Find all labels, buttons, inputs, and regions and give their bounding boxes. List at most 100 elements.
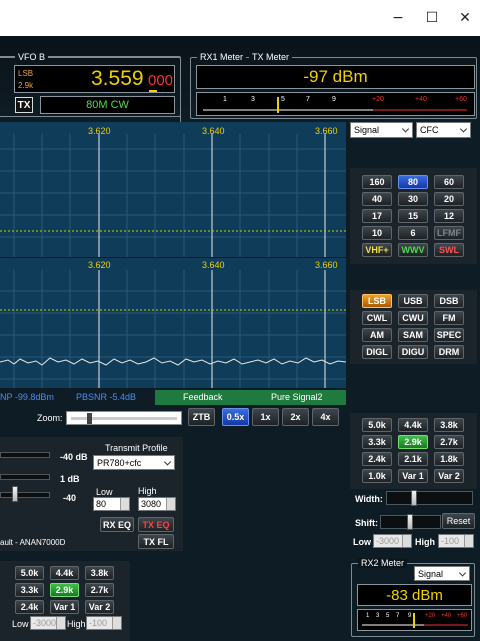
band-button-30[interactable]: 30 <box>398 192 428 206</box>
display-average-select[interactable]: CFC <box>416 122 471 138</box>
panadapter-top[interactable]: 3.620 3.640 3.660 <box>0 122 346 257</box>
mode-button-lsb[interactable]: LSB <box>362 294 392 308</box>
tx-slider[interactable] <box>0 492 50 498</box>
scale-9: 9 <box>408 613 412 619</box>
width-thumb[interactable] <box>411 490 417 506</box>
tx-slider-thumb[interactable] <box>12 486 18 502</box>
filters_main-button-var-2[interactable]: Var 2 <box>434 469 464 483</box>
rx1-reading-text: -97 dBm <box>303 67 368 86</box>
transmit-profile-select[interactable]: PR780+cfc <box>93 455 175 470</box>
band-button-80[interactable]: 80 <box>398 175 428 189</box>
zoom-ztb-button[interactable]: ZTB <box>188 408 215 426</box>
filter-shift-slider[interactable] <box>380 514 441 530</box>
mode-button-usb[interactable]: USB <box>398 294 428 308</box>
filters_rx2-button-2.7k[interactable]: 2.7k <box>85 583 114 597</box>
scale-plus40: +40 <box>415 96 427 103</box>
filters_rx2-button-2.4k[interactable]: 2.4k <box>15 600 44 614</box>
freq-label: 3.660 <box>315 260 338 270</box>
scale-plus40: +40 <box>441 613 452 619</box>
filters_main-button-1.0k[interactable]: 1.0k <box>362 469 392 483</box>
rx2-high-input[interactable]: -100 <box>86 616 122 630</box>
band-button-wwv[interactable]: WWV <box>398 243 428 257</box>
filters_main-button-1.8k[interactable]: 1.8k <box>434 452 464 466</box>
filters_rx2-button-2.9k[interactable]: 2.9k <box>50 583 79 597</box>
band-button-20[interactable]: 20 <box>434 192 464 206</box>
mode-button-drm[interactable]: DRM <box>434 345 464 359</box>
filters_main-button-2.7k[interactable]: 2.7k <box>434 435 464 449</box>
band-button-lfmf[interactable]: LFMF <box>434 226 464 240</box>
mode-button-dsb[interactable]: DSB <box>434 294 464 308</box>
filters_main-button-3.8k[interactable]: 3.8k <box>434 418 464 432</box>
pbsnr-status: PBSNR -5.4dB <box>76 392 137 402</box>
rx2-meter-select[interactable]: Signal <box>414 566 470 581</box>
mode-button-am[interactable]: AM <box>362 328 392 342</box>
filters_rx2-button-var-1[interactable]: Var 1 <box>50 600 79 614</box>
display-mode-select[interactable]: Signal <box>350 122 413 138</box>
tx-vfo-toggle[interactable]: TX <box>15 97 33 113</box>
filters_main-button-2.4k[interactable]: 2.4k <box>362 452 392 466</box>
minimize-button[interactable]: − <box>388 10 408 26</box>
vfo-b-display[interactable]: LSB 2.9k 3.559 000 <box>14 65 175 93</box>
tx-eq-button[interactable]: TX EQ <box>138 517 174 532</box>
filter-reset-button[interactable]: Reset <box>442 513 475 529</box>
band-button-swl[interactable]: SWL <box>434 243 464 257</box>
band-button-6[interactable]: 6 <box>398 226 428 240</box>
mode-button-digl[interactable]: DIGL <box>362 345 392 359</box>
band-button-17[interactable]: 17 <box>362 209 392 223</box>
panadapter-bottom[interactable]: 3.620 3.640 3.660 <box>0 258 346 388</box>
shift-thumb[interactable] <box>407 514 413 530</box>
filters_main-button-4.4k[interactable]: 4.4k <box>398 418 428 432</box>
filter-shift-label: Shift: <box>355 518 378 528</box>
rx-eq-button[interactable]: RX EQ <box>100 517 134 532</box>
band-button-40[interactable]: 40 <box>362 192 392 206</box>
mode-button-spec[interactable]: SPEC <box>434 328 464 342</box>
feedback-label[interactable]: Feedback <box>183 392 223 402</box>
zoom-1x-button[interactable]: 1x <box>252 408 279 426</box>
filters_main-button-3.3k[interactable]: 3.3k <box>362 435 392 449</box>
filters_rx2-button-var-2[interactable]: Var 2 <box>85 600 114 614</box>
band-button-vhf+[interactable]: VHF+ <box>362 243 392 257</box>
zoom-thumb[interactable] <box>87 413 92 424</box>
filter-width-slider[interactable] <box>386 490 473 506</box>
band-button-12[interactable]: 12 <box>434 209 464 223</box>
filters_main-button-2.1k[interactable]: 2.1k <box>398 452 428 466</box>
filters_main-button-var-1[interactable]: Var 1 <box>398 469 428 483</box>
mode-button-cwl[interactable]: CWL <box>362 311 392 325</box>
filters_main-button-5.0k[interactable]: 5.0k <box>362 418 392 432</box>
band-button-160[interactable]: 160 <box>362 175 392 189</box>
vfo-filter: 2.9k <box>18 81 34 90</box>
maximize-button[interactable]: ☐ <box>422 10 442 26</box>
band-button-10[interactable]: 10 <box>362 226 392 240</box>
filters_rx2-button-3.3k[interactable]: 3.3k <box>15 583 44 597</box>
filters_rx2-button-3.8k[interactable]: 3.8k <box>85 566 114 580</box>
pure-signal-label[interactable]: Pure Signal2 <box>271 392 323 402</box>
tx-high-input[interactable]: 3080 <box>138 497 176 511</box>
tx-low-input[interactable]: 80 <box>93 497 130 511</box>
freq-label: 3.640 <box>202 126 225 136</box>
filter-low-input[interactable]: -3000 <box>373 534 412 548</box>
filters_rx2-button-4.4k[interactable]: 4.4k <box>50 566 79 580</box>
mode-button-digu[interactable]: DIGU <box>398 345 428 359</box>
band-button-15[interactable]: 15 <box>398 209 428 223</box>
zoom-2x-button[interactable]: 2x <box>282 408 309 426</box>
mode-button-sam[interactable]: SAM <box>398 328 428 342</box>
mode-button-fm[interactable]: FM <box>434 311 464 325</box>
zoom-slider[interactable] <box>66 411 182 425</box>
tx-low-label: Low <box>96 487 113 497</box>
vfo-mode: LSB <box>18 69 34 78</box>
filter-high-input[interactable]: -100 <box>438 534 474 548</box>
tx-slider[interactable] <box>0 452 50 458</box>
zoom-0.5x-button[interactable]: 0.5x <box>222 408 249 426</box>
freq-label: 3.660 <box>315 126 338 136</box>
filters_rx2-button-5.0k[interactable]: 5.0k <box>15 566 44 580</box>
filter-low-label: Low <box>353 537 371 547</box>
band-button-60[interactable]: 60 <box>434 175 464 189</box>
zoom-4x-button[interactable]: 4x <box>312 408 339 426</box>
rx2-reading-text: -83 dBm <box>386 586 443 604</box>
rx2-low-input[interactable]: -3000 <box>30 616 66 630</box>
mode-button-cwu[interactable]: CWU <box>398 311 428 325</box>
close-button[interactable]: ✕ <box>455 10 475 26</box>
tx-filter-button[interactable]: TX FL <box>138 534 174 549</box>
tx-slider[interactable] <box>0 474 50 480</box>
filters_main-button-2.9k[interactable]: 2.9k <box>398 435 428 449</box>
